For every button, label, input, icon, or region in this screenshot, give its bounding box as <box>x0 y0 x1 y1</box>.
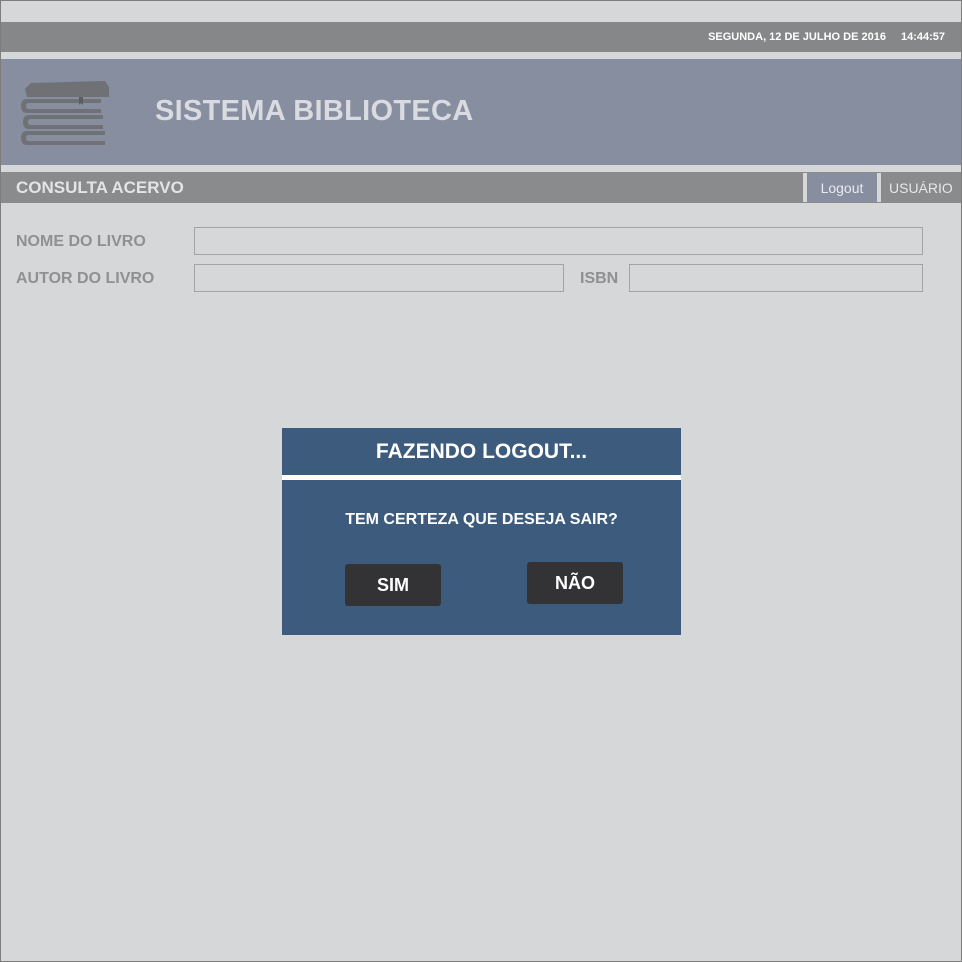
dialog-divider <box>282 475 681 480</box>
nav-divider <box>877 173 881 202</box>
logout-button[interactable]: Logout <box>807 173 877 202</box>
dialog-message: TEM CERTEZA QUE DESEJA SAIR? <box>345 511 618 528</box>
isbn-label: ISBN <box>580 270 619 287</box>
current-time: 14:44:57 <box>900 31 945 43</box>
book-name-label: NOME DO LIVRO <box>16 233 146 250</box>
author-label: AUTOR DO LIVRO <box>16 270 155 287</box>
confirm-no-button[interactable]: NÃO <box>527 562 623 604</box>
current-date: SEGUNDA, 12 DE JULHO DE 2016 <box>708 31 886 43</box>
logout-dialog: FAZENDO LOGOUT... TEM CERTEZA QUE DESEJA… <box>282 428 681 635</box>
isbn-input[interactable] <box>629 264 923 292</box>
app-header: SISTEMA BIBLIOTECA <box>1 59 961 165</box>
nav-bar: CONSULTA ACERVO Logout USUÁRIO <box>1 172 961 203</box>
books-stack-icon <box>21 81 109 145</box>
dialog-title: FAZENDO LOGOUT... <box>375 440 588 463</box>
user-menu[interactable]: USUÁRIO <box>889 180 953 196</box>
book-name-input[interactable] <box>194 227 923 255</box>
top-status-bar: SEGUNDA, 12 DE JULHO DE 2016 14:44:57 <box>1 22 961 52</box>
app-title: SISTEMA BIBLIOTECA <box>155 95 474 127</box>
section-title: CONSULTA ACERVO <box>16 178 184 197</box>
author-input[interactable] <box>194 264 564 292</box>
confirm-yes-button[interactable]: SIM <box>345 564 441 606</box>
